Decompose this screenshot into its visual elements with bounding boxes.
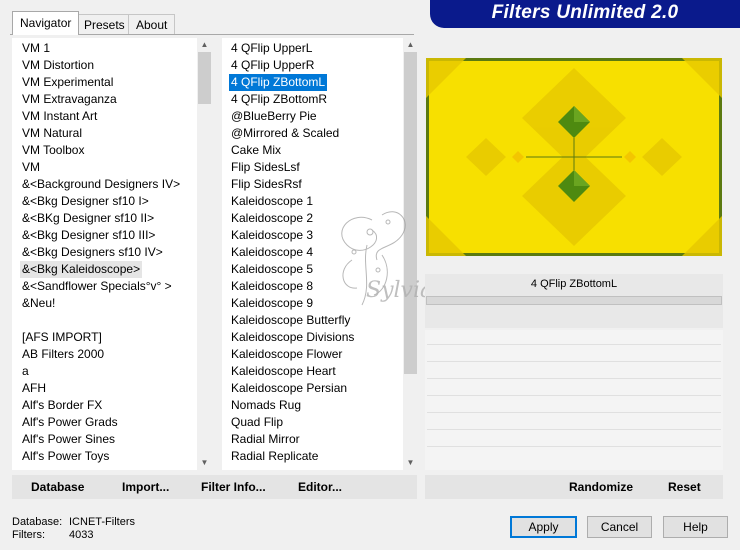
apply-button[interactable]: Apply bbox=[510, 516, 577, 538]
cancel-button[interactable]: Cancel bbox=[587, 516, 652, 538]
category-list-item[interactable]: VM bbox=[22, 159, 198, 176]
tab-about[interactable]: About bbox=[128, 14, 176, 34]
category-scrollbar[interactable]: ▲ ▼ bbox=[197, 38, 212, 470]
preview-frame bbox=[426, 58, 722, 256]
category-list[interactable]: VM 1 VM Distortion VM Experimental VM Extra… bbox=[12, 38, 212, 470]
filter-progress-bar bbox=[426, 296, 722, 305]
category-list-item[interactable]: Alf's Power Toys bbox=[22, 448, 198, 465]
filter-list-item[interactable]: Kaleidoscope Heart bbox=[231, 363, 401, 380]
category-list-item[interactable]: VM Natural bbox=[22, 125, 198, 142]
category-list-item[interactable]: &<Bkg Designers sf10 IV> bbox=[22, 244, 198, 261]
filter-list-item[interactable]: Kaleidoscope Divisions bbox=[231, 329, 401, 346]
category-list-item[interactable]: &<Bkg Kaleidoscope> bbox=[20, 261, 143, 278]
filter-list-item[interactable]: Cake Mix bbox=[231, 142, 401, 159]
category-list-item[interactable] bbox=[22, 312, 198, 329]
category-list-item[interactable]: VM Extravaganza bbox=[22, 91, 198, 108]
category-items: VM 1 VM Distortion VM Experimental VM Extra… bbox=[20, 40, 198, 465]
category-list-item[interactable]: &Neu! bbox=[22, 295, 198, 312]
category-list-item[interactable]: Alf's Power Grads bbox=[22, 414, 198, 431]
filters-label: Filters: bbox=[12, 529, 45, 541]
reset-button[interactable]: Reset bbox=[668, 480, 701, 494]
filters-count: 4033 bbox=[69, 529, 94, 541]
editor-button[interactable]: Editor... bbox=[298, 480, 342, 494]
filter-list-item[interactable]: Kaleidoscope Flower bbox=[231, 346, 401, 363]
database-label: Database: bbox=[12, 516, 63, 528]
tab-navigator[interactable]: Navigator bbox=[12, 11, 80, 35]
right-action-bar: Randomize Reset bbox=[425, 475, 723, 499]
app-title: Filters Unlimited 2.0 bbox=[491, 2, 679, 23]
category-list-item[interactable]: a bbox=[22, 363, 198, 380]
category-list-item[interactable]: &<Background Designers IV> bbox=[22, 176, 198, 193]
scroll-down-icon[interactable]: ▼ bbox=[403, 456, 418, 470]
filter-list-item[interactable]: Radial Mirror bbox=[231, 431, 401, 448]
scroll-up-icon[interactable]: ▲ bbox=[197, 38, 212, 52]
category-list-item[interactable]: &<BKg Designer sf10 II> bbox=[22, 210, 198, 227]
scroll-up-icon[interactable]: ▲ bbox=[403, 38, 418, 52]
category-list-item[interactable]: &<Bkg Designer sf10 I> bbox=[22, 193, 198, 210]
category-list-item[interactable]: Alf's Power Sines bbox=[22, 431, 198, 448]
scroll-down-icon[interactable]: ▼ bbox=[197, 456, 212, 470]
filter-list-item[interactable]: Flip SidesRsf bbox=[231, 176, 401, 193]
import-button[interactable]: Import... bbox=[122, 480, 169, 494]
filter-list-item[interactable]: 4 QFlip UpperR bbox=[231, 57, 401, 74]
category-list-item[interactable]: &<Sandflower Specials°v° > bbox=[22, 278, 198, 295]
category-list-item[interactable]: AFH bbox=[22, 380, 198, 397]
category-list-item[interactable]: Alf's Border FX bbox=[22, 397, 198, 414]
category-list-item[interactable]: VM Instant Art bbox=[22, 108, 198, 125]
selected-filter-name: 4 QFlip ZBottomL bbox=[530, 278, 618, 290]
tab-presets[interactable]: Presets bbox=[76, 14, 133, 34]
filter-list-item[interactable]: Nomads Rug bbox=[231, 397, 401, 414]
category-list-item[interactable]: VM 1 bbox=[22, 40, 198, 57]
filter-list-item[interactable]: Radial Replicate bbox=[231, 448, 401, 465]
help-button[interactable]: Help bbox=[663, 516, 728, 538]
database-button[interactable]: Database bbox=[31, 480, 84, 494]
category-list-item[interactable]: VM Experimental bbox=[22, 74, 198, 91]
category-list-item[interactable]: VM Distortion bbox=[22, 57, 198, 74]
category-list-item[interactable]: [AFS IMPORT] bbox=[22, 329, 198, 346]
preview-image bbox=[426, 58, 722, 256]
filter-list-item[interactable]: 4 QFlip UpperL bbox=[231, 40, 401, 57]
filter-info-button[interactable]: Filter Info... bbox=[201, 480, 266, 494]
left-action-bar: Database Import... Filter Info... Editor… bbox=[12, 475, 417, 499]
category-list-item[interactable]: AB Filters 2000 bbox=[22, 346, 198, 363]
database-value: ICNET-Filters bbox=[69, 516, 135, 528]
filter-list-item[interactable]: @Mirrored & Scaled bbox=[231, 125, 401, 142]
filter-list-item[interactable]: 4 QFlip ZBottomR bbox=[231, 91, 401, 108]
parameter-area bbox=[425, 330, 723, 470]
randomize-button[interactable]: Randomize bbox=[569, 480, 633, 494]
category-list-item[interactable]: VM Toolbox bbox=[22, 142, 198, 159]
filter-list-item[interactable]: 4 QFlip ZBottomL bbox=[229, 74, 328, 91]
filter-list-item[interactable]: @BlueBerry Pie bbox=[231, 108, 401, 125]
filter-list-item[interactable]: Flip SidesLsf bbox=[231, 159, 401, 176]
filter-name-panel: 4 QFlip ZBottomL bbox=[425, 274, 723, 328]
category-list-item[interactable]: &<Bkg Designer sf10 III> bbox=[22, 227, 198, 244]
category-scroll-thumb[interactable] bbox=[198, 52, 211, 104]
filter-list-item[interactable]: Kaleidoscope Persian bbox=[231, 380, 401, 397]
filter-list-item[interactable]: Quad Flip bbox=[231, 414, 401, 431]
